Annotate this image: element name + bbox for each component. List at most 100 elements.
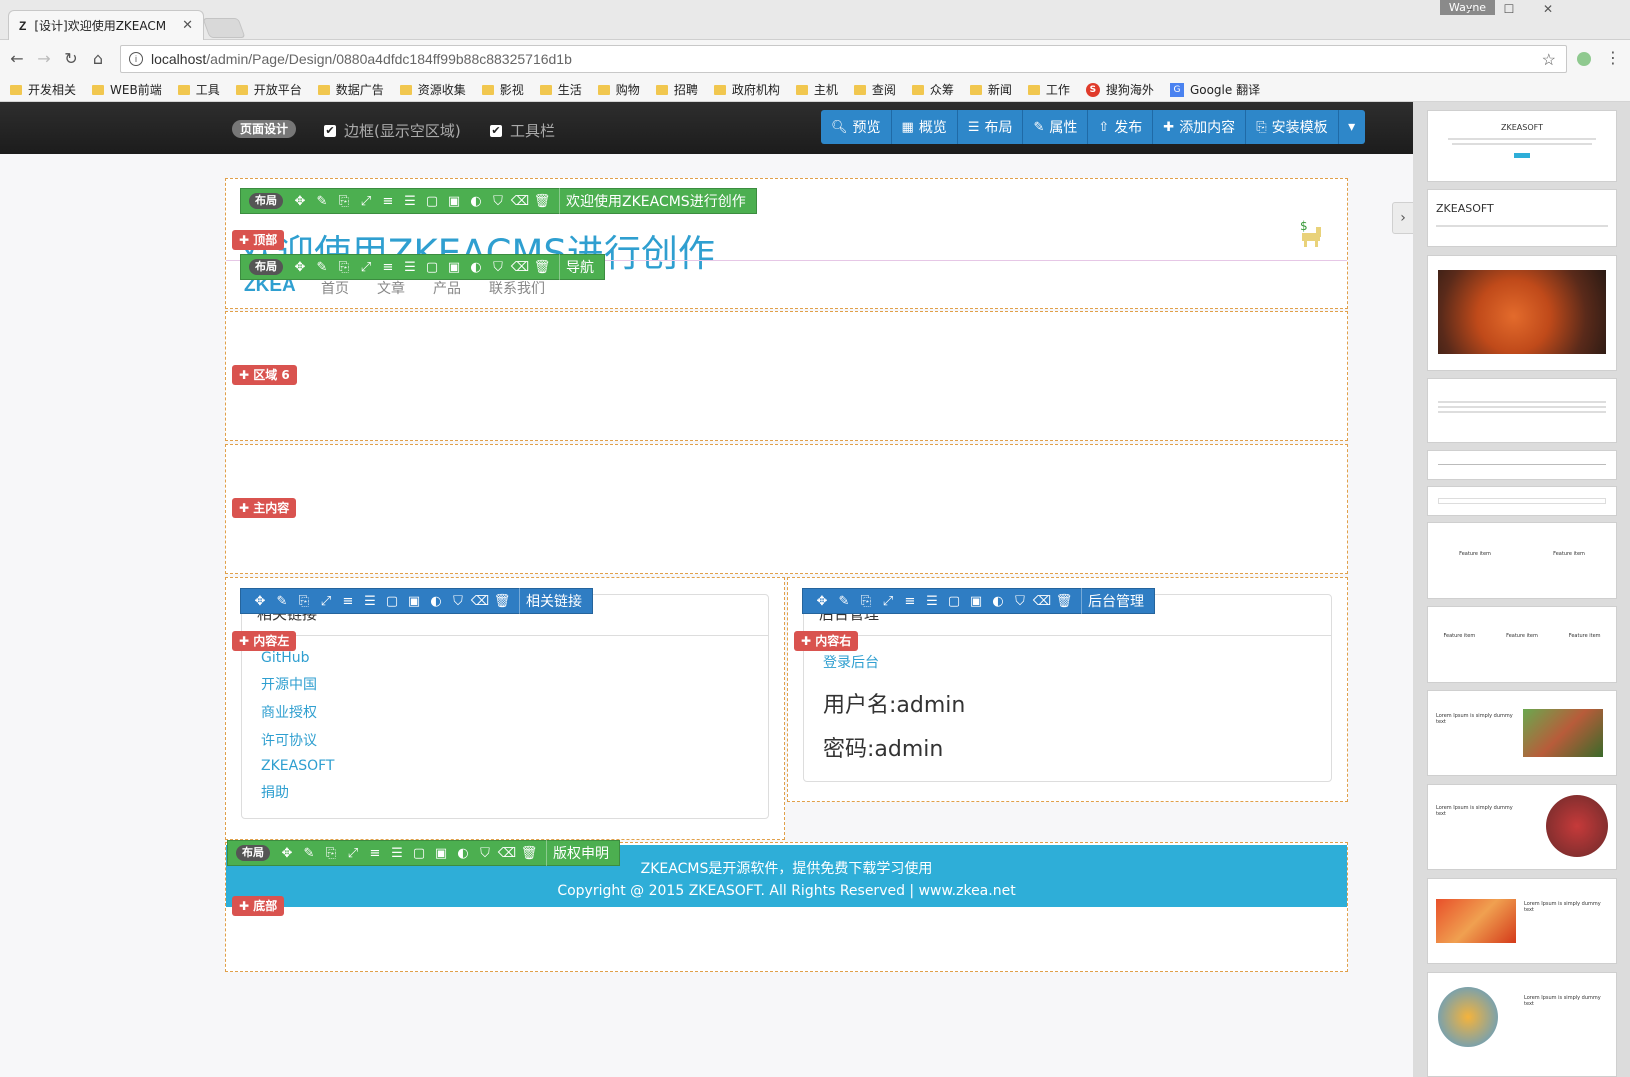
edit-icon[interactable]: ✎: [311, 260, 333, 275]
template-thumb[interactable]: Lorem Ipsum is simply dummy text: [1427, 784, 1617, 870]
copy-icon[interactable]: ⎘: [333, 260, 355, 275]
bookmark-item[interactable]: 数据广告: [317, 81, 384, 98]
home-icon[interactable]: ⌂: [87, 48, 109, 70]
zone-tag-left[interactable]: ✚ 内容左: [232, 631, 297, 651]
contrast-icon[interactable]: ◐: [465, 194, 487, 209]
bookmark-item[interactable]: 开发相关: [10, 81, 76, 98]
contrast-icon[interactable]: ◐: [452, 846, 474, 861]
bookmark-item[interactable]: 工具: [177, 81, 220, 98]
template-thumb[interactable]: [1427, 486, 1617, 516]
align-right-icon[interactable]: ☰: [386, 846, 408, 861]
tags-icon[interactable]: ⛉: [474, 846, 496, 861]
expand-icon[interactable]: ⤢: [877, 594, 899, 609]
expand-icon[interactable]: ⤢: [315, 594, 337, 609]
zone-main[interactable]: [225, 444, 1348, 574]
template-thumb[interactable]: Feature item Feature item Feature item: [1427, 606, 1617, 683]
bookmark-item[interactable]: 工作: [1027, 81, 1070, 98]
eraser-icon[interactable]: ⌫: [469, 594, 491, 609]
maximize-icon[interactable]: ☐: [1494, 2, 1524, 18]
expand-icon[interactable]: ⤢: [342, 846, 364, 861]
bookmark-item[interactable]: 购物: [597, 81, 640, 98]
border-icon[interactable]: ▢: [421, 260, 443, 275]
browser-tab[interactable]: Z [设计]欢迎使用ZKEACM ✕: [8, 10, 204, 40]
bookmark-item[interactable]: 查阅: [853, 81, 896, 98]
tags-icon[interactable]: ⛉: [447, 594, 469, 609]
align-center-icon[interactable]: ≡: [377, 194, 399, 209]
image-icon[interactable]: ▣: [403, 594, 425, 609]
trash-icon[interactable]: 🗑︎: [491, 594, 513, 609]
bookmark-item[interactable]: WEB前端: [92, 81, 162, 98]
back-icon[interactable]: ←: [6, 48, 28, 70]
border-icon[interactable]: ▢: [421, 194, 443, 209]
contrast-icon[interactable]: ◐: [465, 260, 487, 275]
align-center-icon[interactable]: ≡: [377, 260, 399, 275]
edit-icon[interactable]: ✎: [833, 594, 855, 609]
trash-icon[interactable]: 🗑︎: [531, 194, 553, 209]
move-icon[interactable]: ✥: [276, 846, 298, 861]
copy-icon[interactable]: ⎘: [293, 594, 315, 609]
new-tab-button[interactable]: [202, 18, 246, 38]
nav-item-products[interactable]: 产品: [433, 278, 461, 298]
url-input[interactable]: i localhost/admin/Page/Design/0880a4dfdc…: [120, 45, 1567, 73]
checkbox-checked-icon[interactable]: ✔: [490, 124, 502, 137]
template-thumb[interactable]: Lorem Ipsum is simply dummy text: [1427, 690, 1617, 776]
nav-item-home[interactable]: 首页: [321, 278, 349, 298]
move-icon[interactable]: ✥: [289, 194, 311, 209]
align-right-icon[interactable]: ☰: [399, 260, 421, 275]
nav-item-contact[interactable]: 联系我们: [489, 278, 545, 298]
link-license[interactable]: 许可协议: [261, 730, 334, 750]
minimize-icon[interactable]: –: [1455, 2, 1485, 18]
close-window-icon[interactable]: ✕: [1533, 2, 1563, 18]
border-icon[interactable]: ▢: [943, 594, 965, 609]
expand-icon[interactable]: ⤢: [355, 260, 377, 275]
border-icon[interactable]: ▢: [381, 594, 403, 609]
properties-button[interactable]: ✎ 属性: [1023, 110, 1089, 144]
trash-icon[interactable]: 🗑︎: [1053, 594, 1075, 609]
layout-badge[interactable]: 布局: [249, 193, 283, 209]
align-right-icon[interactable]: ☰: [359, 594, 381, 609]
edit-icon[interactable]: ✎: [311, 194, 333, 209]
align-right-icon[interactable]: ☰: [399, 194, 421, 209]
bookmark-item[interactable]: 众筹: [911, 81, 954, 98]
align-center-icon[interactable]: ≡: [364, 846, 386, 861]
image-icon[interactable]: ▣: [430, 846, 452, 861]
checkbox-checked-icon[interactable]: ✔: [324, 124, 336, 137]
reload-icon[interactable]: ↻: [60, 48, 82, 70]
tags-icon[interactable]: ⛉: [487, 260, 509, 275]
bookmark-item[interactable]: G Google 翻译: [1169, 81, 1260, 98]
image-icon[interactable]: ▣: [965, 594, 987, 609]
move-icon[interactable]: ✥: [249, 594, 271, 609]
copy-icon[interactable]: ⎘: [320, 846, 342, 861]
tags-icon[interactable]: ⛉: [1009, 594, 1031, 609]
menu-icon[interactable]: ⋮: [1605, 48, 1621, 67]
border-toggle[interactable]: ✔ 边框(显示空区域): [324, 120, 461, 141]
bookmark-item[interactable]: 资源收集: [399, 81, 466, 98]
template-thumb[interactable]: [1427, 378, 1617, 443]
edit-icon[interactable]: ✎: [298, 846, 320, 861]
template-thumb[interactable]: Feature item Feature item: [1427, 522, 1617, 599]
bookmark-item[interactable]: 新闻: [969, 81, 1012, 98]
template-thumb[interactable]: ZKEASOFT: [1427, 189, 1617, 247]
zone-tag-main[interactable]: ✚ 主内容: [232, 498, 297, 518]
preview-button[interactable]: 🔍︎ 预览: [821, 110, 892, 144]
move-icon[interactable]: ✥: [811, 594, 833, 609]
more-dropdown-button[interactable]: ▾: [1339, 110, 1365, 144]
bookmark-star-icon[interactable]: ☆: [1542, 50, 1556, 70]
link-github[interactable]: GitHub: [261, 650, 334, 666]
bookmark-item[interactable]: 生活: [539, 81, 582, 98]
bookmark-item[interactable]: 政府机构: [713, 81, 780, 98]
border-icon[interactable]: ▢: [408, 846, 430, 861]
trash-icon[interactable]: 🗑︎: [531, 260, 553, 275]
copy-icon[interactable]: ⎘: [855, 594, 877, 609]
link-zkeasoft[interactable]: ZKEASOFT: [261, 758, 334, 774]
eraser-icon[interactable]: ⌫: [1031, 594, 1053, 609]
toolbar-toggle[interactable]: ✔ 工具栏: [490, 120, 555, 141]
link-oschina[interactable]: 开源中国: [261, 674, 334, 694]
eraser-icon[interactable]: ⌫: [509, 260, 531, 275]
trash-icon[interactable]: 🗑︎: [518, 846, 540, 861]
zone-area6[interactable]: [225, 311, 1348, 441]
zone-tag-right[interactable]: ✚ 内容右: [794, 631, 859, 651]
publish-button[interactable]: ⇧ 发布: [1088, 110, 1154, 144]
link-commercial[interactable]: 商业授权: [261, 702, 334, 722]
admin-login-link[interactable]: 登录后台: [823, 652, 879, 672]
